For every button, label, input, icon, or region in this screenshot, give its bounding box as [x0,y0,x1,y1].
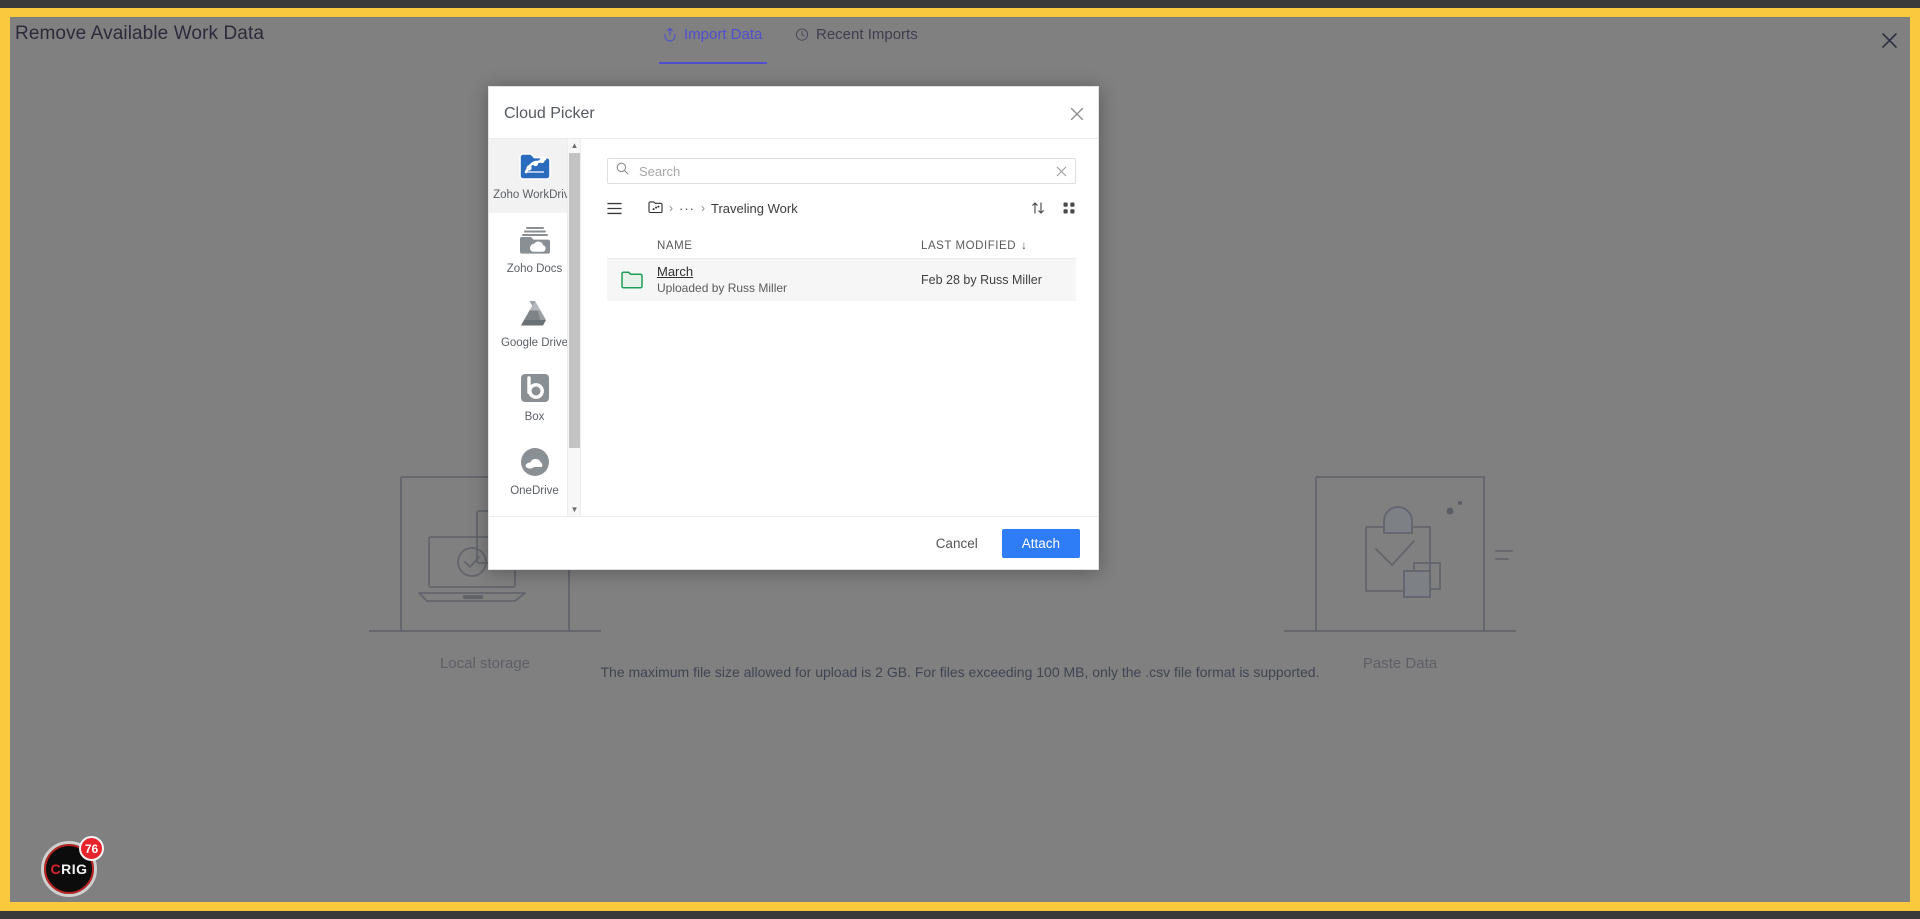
file-last-modified: Feb 28 by Russ Miller [921,273,1042,287]
breadcrumb-actions [1031,201,1076,215]
onedrive-icon [516,443,554,481]
rig-logo-word: RIG [61,861,88,877]
table-row[interactable]: March Uploaded by Russ Miller Feb 28 by … [607,258,1076,301]
rig-logo-text: CRIG [50,861,87,877]
hamburger-menu-icon[interactable] [607,202,622,215]
clock-icon [795,27,809,46]
attach-button[interactable]: Attach [1001,528,1080,558]
search-input[interactable] [637,162,1048,180]
breadcrumb-separator: › [701,201,705,215]
clear-icon[interactable] [1056,166,1067,177]
dialog-body: Zoho WorkDrive Zoho Docs Google Drive Bo… [489,139,1098,516]
provider-zoho-workdrive-label: Zoho WorkDrive [493,189,576,201]
close-icon[interactable] [1877,28,1901,52]
dialog-title: Cloud Picker [504,105,595,122]
workdrive-folder-icon[interactable] [648,200,663,217]
file-name-link[interactable]: March [657,264,921,279]
folder-icon [607,271,657,289]
file-browser-panel: › ··· › Traveling Work [581,139,1098,516]
rig-recorder-badge[interactable]: CRIG 76 [41,836,104,897]
google-drive-icon [516,295,554,333]
breadcrumb-current-folder[interactable]: Traveling Work [711,201,798,216]
provider-zoho-docs-label: Zoho Docs [506,263,563,275]
file-uploader-label: Uploaded by Russ Miller [657,281,788,295]
tab-recent-imports[interactable]: Recent Imports [791,26,918,64]
zoho-docs-icon [516,221,554,259]
zoho-workdrive-icon [516,147,554,185]
provider-rail-scrollbar[interactable]: ▲ ▼ [567,139,580,516]
search-icon [616,162,629,180]
import-option-paste-data[interactable]: Paste Data [1280,471,1520,672]
upload-size-note: The maximum file size allowed for upload… [600,664,1320,680]
grid-view-icon[interactable] [1062,201,1076,215]
scrollbar-thumb[interactable] [569,153,580,448]
file-list-table: NAME LAST MODIFIED ↓ March Uploaded by R… [607,234,1076,516]
box-icon [516,369,554,407]
table-header: NAME LAST MODIFIED ↓ [607,234,1076,258]
rig-logo-mark: C [50,861,62,877]
column-header-last-modified[interactable]: LAST MODIFIED ↓ [921,240,1076,252]
breadcrumb: › ··· › Traveling Work [648,200,798,217]
tab-import-data[interactable]: Import Data [659,26,767,64]
search-bar[interactable] [607,158,1076,184]
tab-import-data-label: Import Data [684,26,763,43]
provider-rail: Zoho WorkDrive Zoho Docs Google Drive Bo… [489,139,581,516]
breadcrumb-separator: › [669,201,673,215]
sort-descending-icon: ↓ [1021,240,1028,252]
app-header: Remove Available Work Data Import Data R… [10,17,1910,64]
cancel-button[interactable]: Cancel [926,530,988,557]
provider-onedrive-label: OneDrive [510,485,559,497]
column-header-last-modified-label: LAST MODIFIED [921,240,1017,252]
recording-frame-border: Remove Available Work Data Import Data R… [0,8,1920,911]
sort-icon[interactable] [1031,201,1045,215]
column-header-name: NAME [657,240,693,252]
rig-notification-count[interactable]: 76 [79,836,104,861]
header-tabs: Import Data Recent Imports [10,17,1910,64]
breadcrumb-row: › ··· › Traveling Work [607,194,1076,222]
cloud-picker-dialog: Cloud Picker Zoho WorkDrive Zoho Docs Go… [488,86,1099,570]
scroll-down-arrow-icon[interactable]: ▼ [568,503,580,516]
screen-root: Remove Available Work Data Import Data R… [0,0,1920,919]
dialog-footer: Cancel Attach [489,516,1098,569]
scroll-up-arrow-icon[interactable]: ▲ [568,139,580,152]
upload-icon [663,27,677,46]
tab-recent-imports-label: Recent Imports [816,26,918,43]
dialog-header: Cloud Picker [489,87,1098,139]
table-row-name-cell: March Uploaded by Russ Miller [657,264,921,296]
provider-google-drive-label: Google Drive [500,337,569,349]
breadcrumb-ellipsis[interactable]: ··· [679,201,695,216]
close-icon[interactable] [1068,105,1086,123]
provider-box-label: Box [524,411,545,423]
